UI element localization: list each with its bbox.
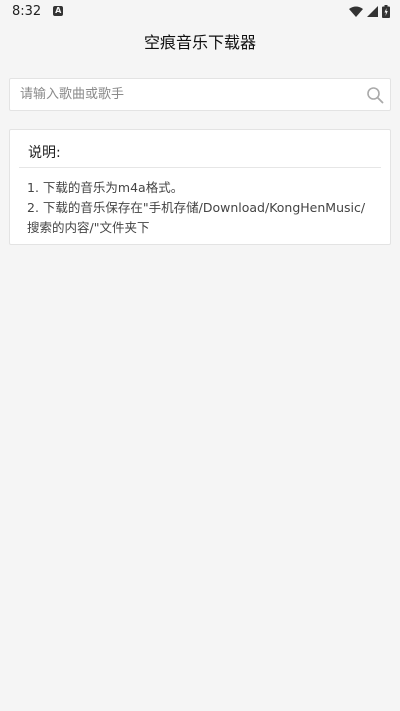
- search-input[interactable]: [10, 79, 350, 110]
- info-card-title: 说明:: [28, 145, 61, 161]
- info-line: 1. 下载的音乐为m4a格式。: [27, 180, 184, 195]
- signal-icon: [367, 5, 378, 17]
- app-bar: 空痕音乐下载器: [0, 22, 400, 60]
- battery-icon: [382, 4, 390, 18]
- info-card: 说明: 1. 下载的音乐为m4a格式。 2. 下载的音乐保存在"手机存储/Dow…: [9, 129, 391, 245]
- notification-icon: A: [53, 6, 64, 16]
- search-box[interactable]: [9, 78, 391, 111]
- status-time: 8:32: [12, 3, 42, 19]
- search-icon[interactable]: [366, 86, 384, 104]
- divider: [19, 167, 381, 168]
- info-line: 2. 下载的音乐保存在"手机存储/Download/KongHenMusic/搜…: [27, 200, 366, 235]
- app-title: 空痕音乐下载器: [143, 33, 256, 52]
- status-bar: 8:32 A: [0, 0, 400, 22]
- info-card-body: 1. 下载的音乐为m4a格式。 2. 下载的音乐保存在"手机存储/Downloa…: [27, 178, 377, 238]
- wifi-icon: [349, 6, 363, 17]
